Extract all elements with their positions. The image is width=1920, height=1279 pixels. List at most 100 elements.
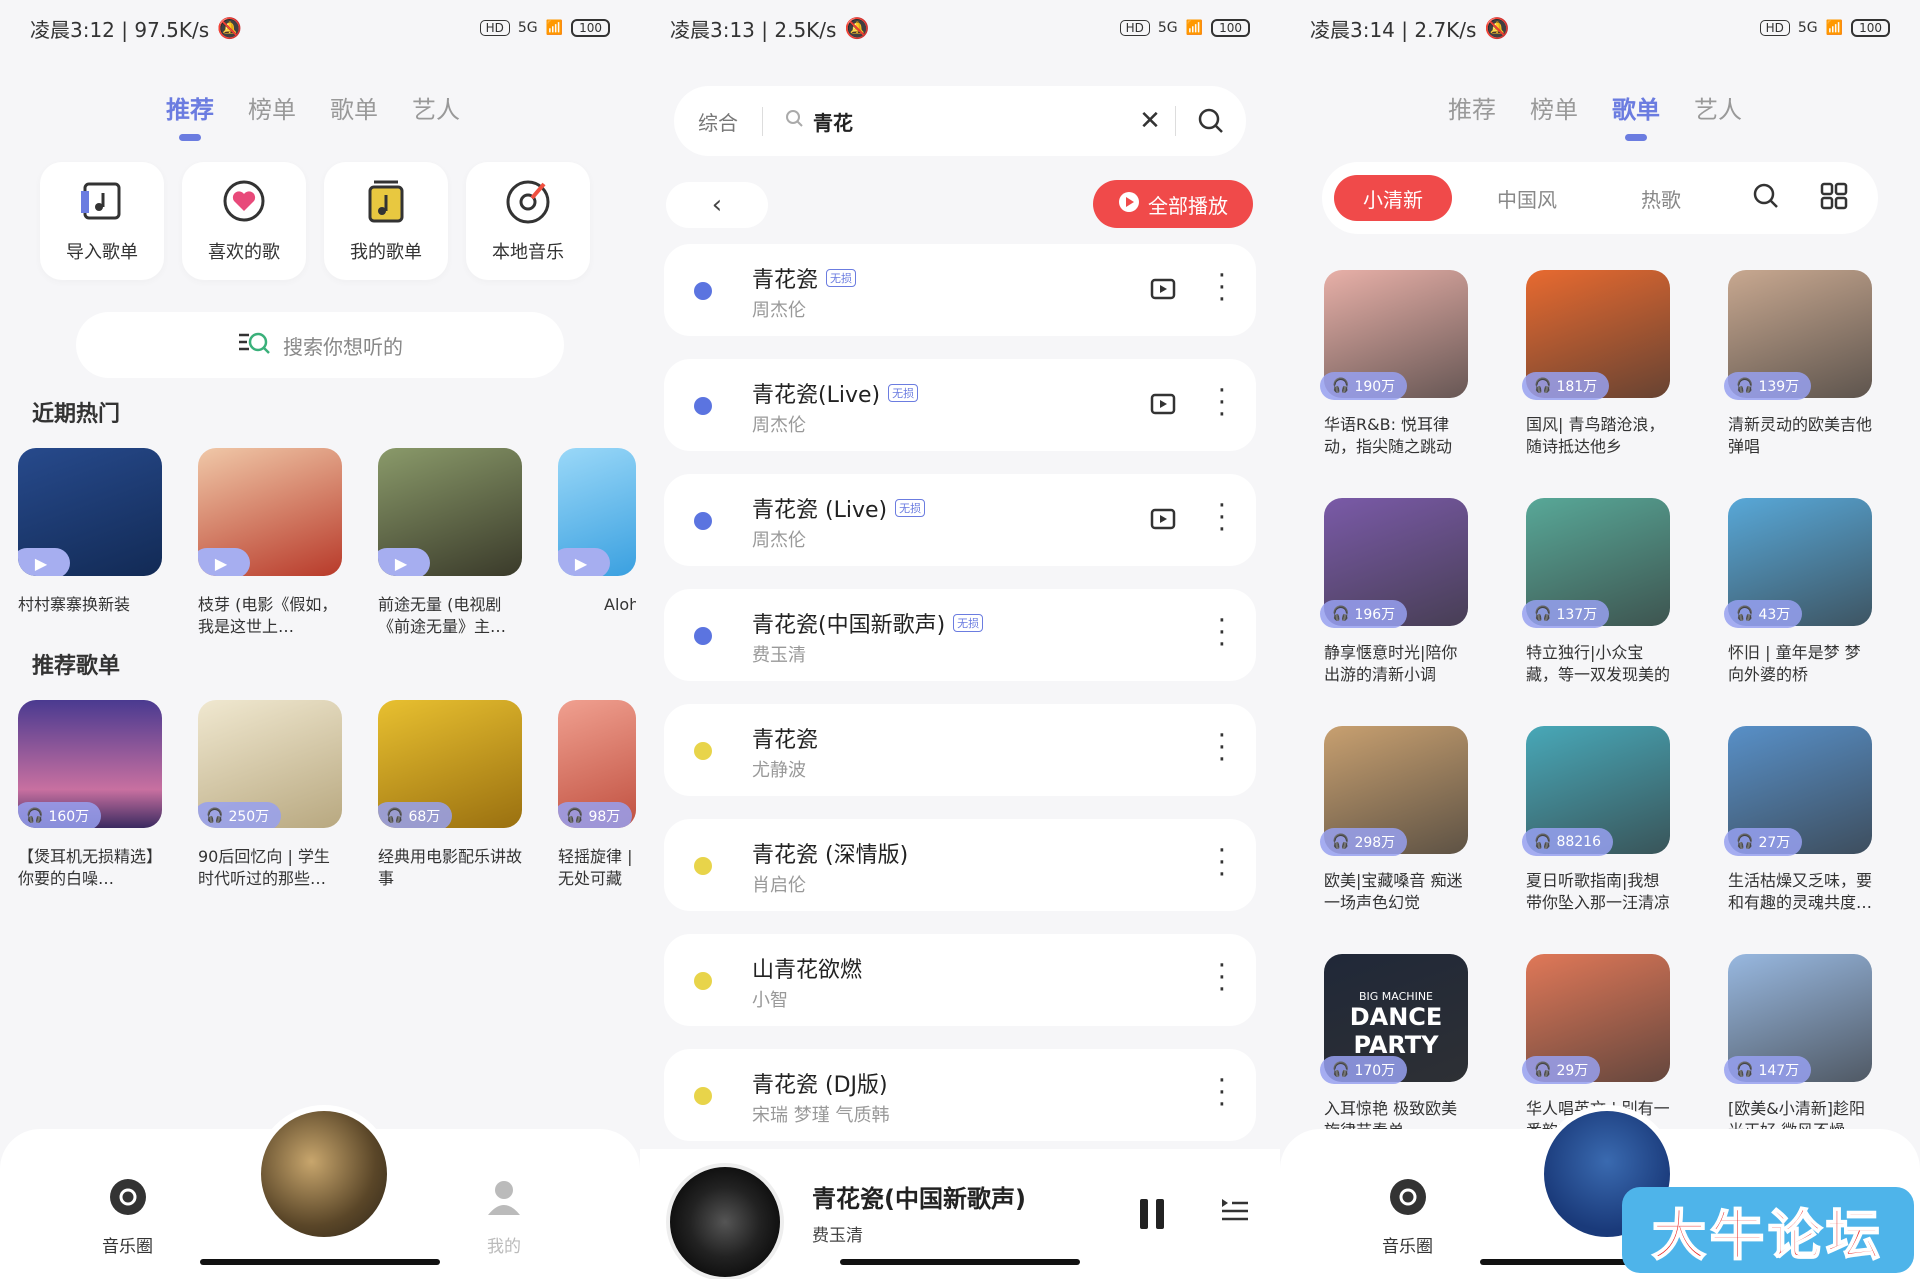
recent-card[interactable]: ▶ 枝芽 (电影《假如，我是这世上… [198,448,342,638]
playlist-card[interactable]: 🎧137万特立独行|小众宝藏，等一双发现美的耳朵 [1522,498,1670,686]
song-row[interactable]: 青花瓷 (DJ版) 宋瑞 梦瑾 气质韩 · · · [664,1049,1256,1141]
playlist-card[interactable]: 🎧 88216 夏日听歌指南|我想带你坠入那一汪清凉 [1522,726,1670,914]
playlist-card[interactable]: 🎧 298万 欧美|宝藏嗓音 痴迷一场声色幻觉 [1320,726,1468,914]
tab-artists[interactable]: 艺人 [1694,90,1742,125]
playlist-caption: 欧美|宝藏嗓音 痴迷一场声色幻觉 [1324,871,1463,912]
playlist-card[interactable]: 🎧 68万 经典用电影配乐讲故事 [378,700,522,890]
cover-text: BIG MACHINE DANCE PARTY [1349,990,1443,1059]
song-row[interactable]: 青花瓷(Live) 无损周杰伦 · · · [664,359,1256,451]
song-title: 青花瓷 (DJ版) [752,1073,888,1098]
song-cover: ▶ [378,448,522,576]
disc-icon [1388,1177,1428,1222]
my-playlist-icon [362,178,410,226]
import-playlist-button[interactable]: 导入歌单 [40,162,164,280]
song-row[interactable]: 山青花欲燃 小智 · · · [664,934,1256,1026]
hd-icon: HD [1119,20,1150,36]
quality-dot [694,397,712,415]
recent-card[interactable]: ▶ Aloh [558,448,636,638]
pause-icon[interactable] [1140,1199,1166,1229]
my-playlists-button[interactable]: 我的歌单 [324,162,448,280]
grid-icon[interactable] [1820,182,1848,214]
lossless-badge: 无损 [888,384,919,402]
headphone-icon: 🎧 [1736,378,1754,394]
liked-songs-button[interactable]: 喜欢的歌 [182,162,306,280]
more-icon[interactable]: · · · [1218,838,1226,888]
chip-fresh[interactable]: 小清新 [1334,175,1452,221]
mv-icon[interactable] [1150,278,1176,304]
play-icon[interactable]: ▶ [378,548,430,576]
play-all-button[interactable]: 全部播放 [1093,180,1253,228]
song-row[interactable]: 青花瓷 (深情版) 肖启伦 · · · [664,819,1256,911]
playlist-queue-icon[interactable] [1220,1195,1250,1227]
nav-music-circle[interactable]: 音乐圈 [1382,1177,1433,1257]
recent-card[interactable]: ▶ 前途无量 (电视剧《前途无量》主… [378,448,522,638]
play-count: 🎧 27万 [1724,828,1803,856]
now-playing-disc[interactable] [255,1105,393,1243]
clear-icon[interactable]: ✕ [1125,106,1176,136]
tab-artists[interactable]: 艺人 [412,90,460,125]
song-title: 青花瓷 [752,728,819,753]
playlist-card[interactable]: 🎧 196万 静享惬意时光|陪你出游的清新小调 [1320,498,1468,686]
more-icon[interactable]: · · · [1218,378,1226,428]
more-icon[interactable]: · · · [1218,1068,1226,1118]
search-submit-button[interactable] [1176,107,1246,135]
now-playing-disc[interactable] [666,1163,784,1279]
playlist-card[interactable]: 🎧 43万 怀旧 | 童年是梦 梦向外婆的桥 [1724,498,1872,686]
playlist-card[interactable]: 🎧 250万 90后回忆向 | 学生时代听过的那些… [198,700,342,890]
quality-dot [694,282,712,300]
play-icon[interactable]: ▶ [558,548,610,576]
playlist-card[interactable]: 🎧 98万 轻摇旋律 | 无处可藏 [558,700,636,890]
chip-chinese-style[interactable]: 中国风 [1468,175,1586,221]
headphone-icon: 🎧 [206,808,224,824]
chip-hot[interactable]: 热歌 [1602,175,1720,221]
song-row[interactable]: 青花瓷 无损 周杰伦 · · · [664,244,1256,336]
search-placeholder: 搜索你想听的 [283,334,403,359]
song-row[interactable]: 青花瓷 (Live) 无损 周杰伦 · · · [664,474,1256,566]
recommend-playlist-title: 推荐歌单 [32,654,121,679]
playlist-card[interactable]: 🎧147万[欧美&小清新]趁阳光正好 微风不燥 [1724,954,1872,1142]
more-icon[interactable]: · · · [1218,723,1226,773]
back-button[interactable]: ‹ [666,182,768,228]
play-count: 🎧 181万 [1522,372,1610,400]
play-icon[interactable]: ▶ [18,548,70,576]
more-icon[interactable]: · · · [1218,608,1226,658]
play-count: 🎧 190万 [1320,372,1408,400]
playlist-card[interactable]: 🎧 181万 国风| 青鸟踏沧浪，随诗抵达他乡 [1522,270,1670,458]
recent-card[interactable]: ▶ 村村寨寨换新装 [18,448,162,638]
playlist-card[interactable]: BIG MACHINEDANCE PARTY🎧170万入耳惊艳 极致欧美旋律节奏… [1320,954,1468,1142]
nav-music-circle[interactable]: 音乐圈 [102,1177,153,1257]
mv-icon[interactable] [1150,393,1176,419]
mv-icon[interactable] [1150,508,1176,534]
playlist-card[interactable]: 🎧 139万 清新灵动的欧美吉他弹唱 [1724,270,1872,458]
nav-mine[interactable]: 我的 [484,1177,524,1257]
play-icon[interactable]: ▶ [198,548,250,576]
tab-charts[interactable]: 榜单 [248,90,296,125]
search-input[interactable]: 青花 [763,107,1125,136]
song-row[interactable]: 青花瓷 尤静波 · · · [664,704,1256,796]
headphone-icon: 🎧 [1332,1062,1350,1078]
more-icon[interactable]: · · · [1218,493,1226,543]
playlist-card[interactable]: 🎧 27万 生活枯燥又乏味，要和有趣的灵魂共度… [1724,726,1872,914]
tab-playlists[interactable]: 歌单 [1612,90,1660,125]
search-box[interactable]: 搜索你想听的 [76,312,564,378]
tab-playlists[interactable]: 歌单 [330,90,378,125]
search-scope-dropdown[interactable]: 综合 [674,106,763,136]
search-icon[interactable] [1752,182,1780,214]
play-count: 🎧 137万 [1522,600,1610,628]
import-playlist-icon [78,178,126,226]
local-music-button[interactable]: 本地音乐 [466,162,590,280]
more-icon[interactable]: · · · [1218,953,1226,1003]
song-title: 青花瓷(Live) [752,383,881,408]
headphone-icon: 🎧 [1534,1062,1552,1078]
playlist-card[interactable]: 🎧 190万 华语R&B: 悦耳律动，指尖随之跳动 [1320,270,1468,458]
song-row[interactable]: 青花瓷(中国新歌声) 无损 费玉清 · · · [664,589,1256,681]
more-icon[interactable]: · · · [1218,263,1226,313]
mini-player[interactable]: 青花瓷(中国新歌声) 费玉清 [640,1149,1280,1279]
play-count: 🎧 29万 [1522,1056,1601,1084]
tab-recommend[interactable]: 推荐 [166,90,214,125]
tab-charts[interactable]: 榜单 [1530,90,1578,125]
playlist-card[interactable]: 🎧 160万 【煲耳机无损精选】你要的白噪… [18,700,162,890]
song-artist: 周杰伦 [752,415,806,436]
tab-recommend[interactable]: 推荐 [1448,90,1496,125]
headphone-icon: 🎧 [1332,606,1350,622]
